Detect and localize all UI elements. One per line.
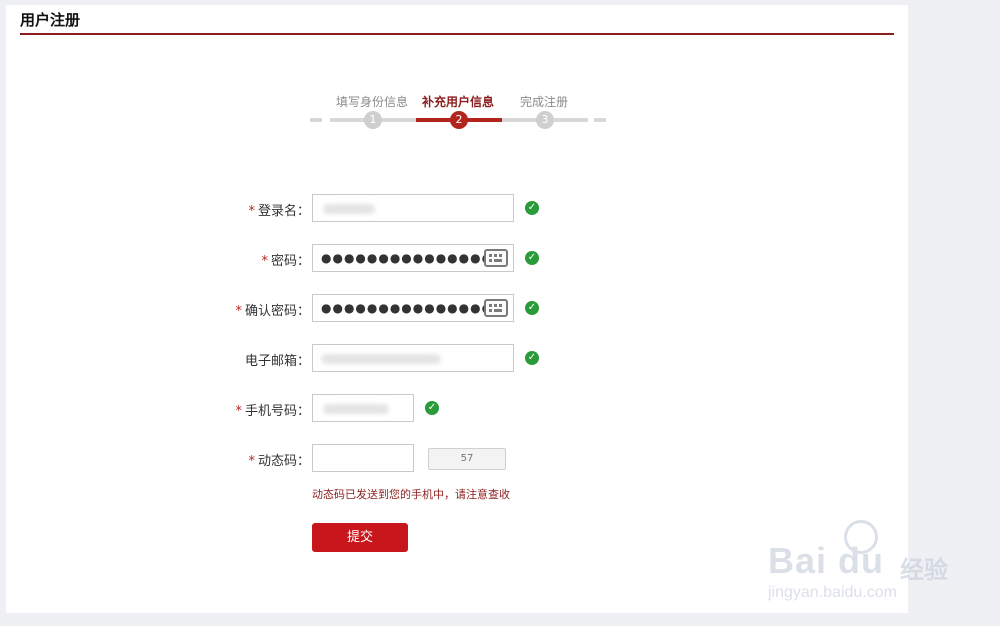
step-2-label: 补充用户信息 [421,95,494,109]
password-input[interactable]: ●●●●●●●●●●●●●●● [312,244,514,272]
confirm-password-row: * 确认密码： ●●●●●●●●●●●●●●● ✓ [6,294,908,324]
email-label: 电子邮箱： [244,354,310,369]
check-circle-icon: ✓ [525,351,539,365]
redacted-value [323,204,375,214]
login-name-row: * 登录名： ✓ [6,194,908,224]
redacted-value [321,354,441,364]
redacted-value [323,404,389,414]
confirm-password-label: * 确认密码： [235,304,310,319]
login-name-input[interactable] [312,194,514,222]
step-3-circle: 3 [536,111,554,129]
watermark-brand: Bai du [768,540,885,581]
step-3-label: 完成注册 [519,95,568,109]
check-circle-icon: ✓ [525,201,539,215]
confirm-password-value: ●●●●●●●●●●●●●●● [321,301,494,315]
baidu-watermark: Bai du 经验 jingyan.baidu.com [760,520,960,610]
step-track-end [594,118,606,122]
password-row: * 密码： ●●●●●●●●●●●●●●● ✓ [6,244,908,274]
page-title: 用户注册 [20,11,81,29]
step-1-circle: 1 [364,111,382,129]
password-value: ●●●●●●●●●●●●●●● [321,251,494,265]
dynamic-code-label: * 动态码： [248,454,310,469]
confirm-password-input[interactable]: ●●●●●●●●●●●●●●● [312,294,514,322]
step-track-start [310,118,322,122]
login-name-label: * 登录名： [248,204,310,219]
page-header: 用户注册 [20,9,894,35]
step-2-circle: 2 [450,111,468,129]
check-circle-icon: ✓ [425,401,439,415]
submit-button[interactable]: 提交 [312,523,408,552]
check-circle-icon: ✓ [525,251,539,265]
watermark-product: 经验 [900,556,948,584]
code-sent-hint: 动态码已发送到您的手机中，请注意查收 [312,488,510,501]
phone-label: * 手机号码： [235,404,310,419]
phone-input[interactable] [312,394,414,422]
email-input[interactable] [312,344,514,372]
keyboard-icon[interactable] [484,299,508,317]
step-1-label: 填写身份信息 [335,95,408,109]
check-circle-icon: ✓ [525,301,539,315]
password-label: * 密码： [261,254,310,269]
dynamic-code-input[interactable] [312,444,414,472]
watermark-url: jingyan.baidu.com [768,584,897,601]
dynamic-code-row: * 动态码： 57 [6,444,908,474]
keyboard-icon[interactable] [484,249,508,267]
resend-code-button[interactable]: 57 [428,448,506,470]
email-row: 电子邮箱： ✓ [6,344,908,374]
registration-steps: 填写身份信息 补充用户信息 完成注册 1 2 3 [308,89,608,139]
phone-row: * 手机号码： ✓ [6,394,908,424]
